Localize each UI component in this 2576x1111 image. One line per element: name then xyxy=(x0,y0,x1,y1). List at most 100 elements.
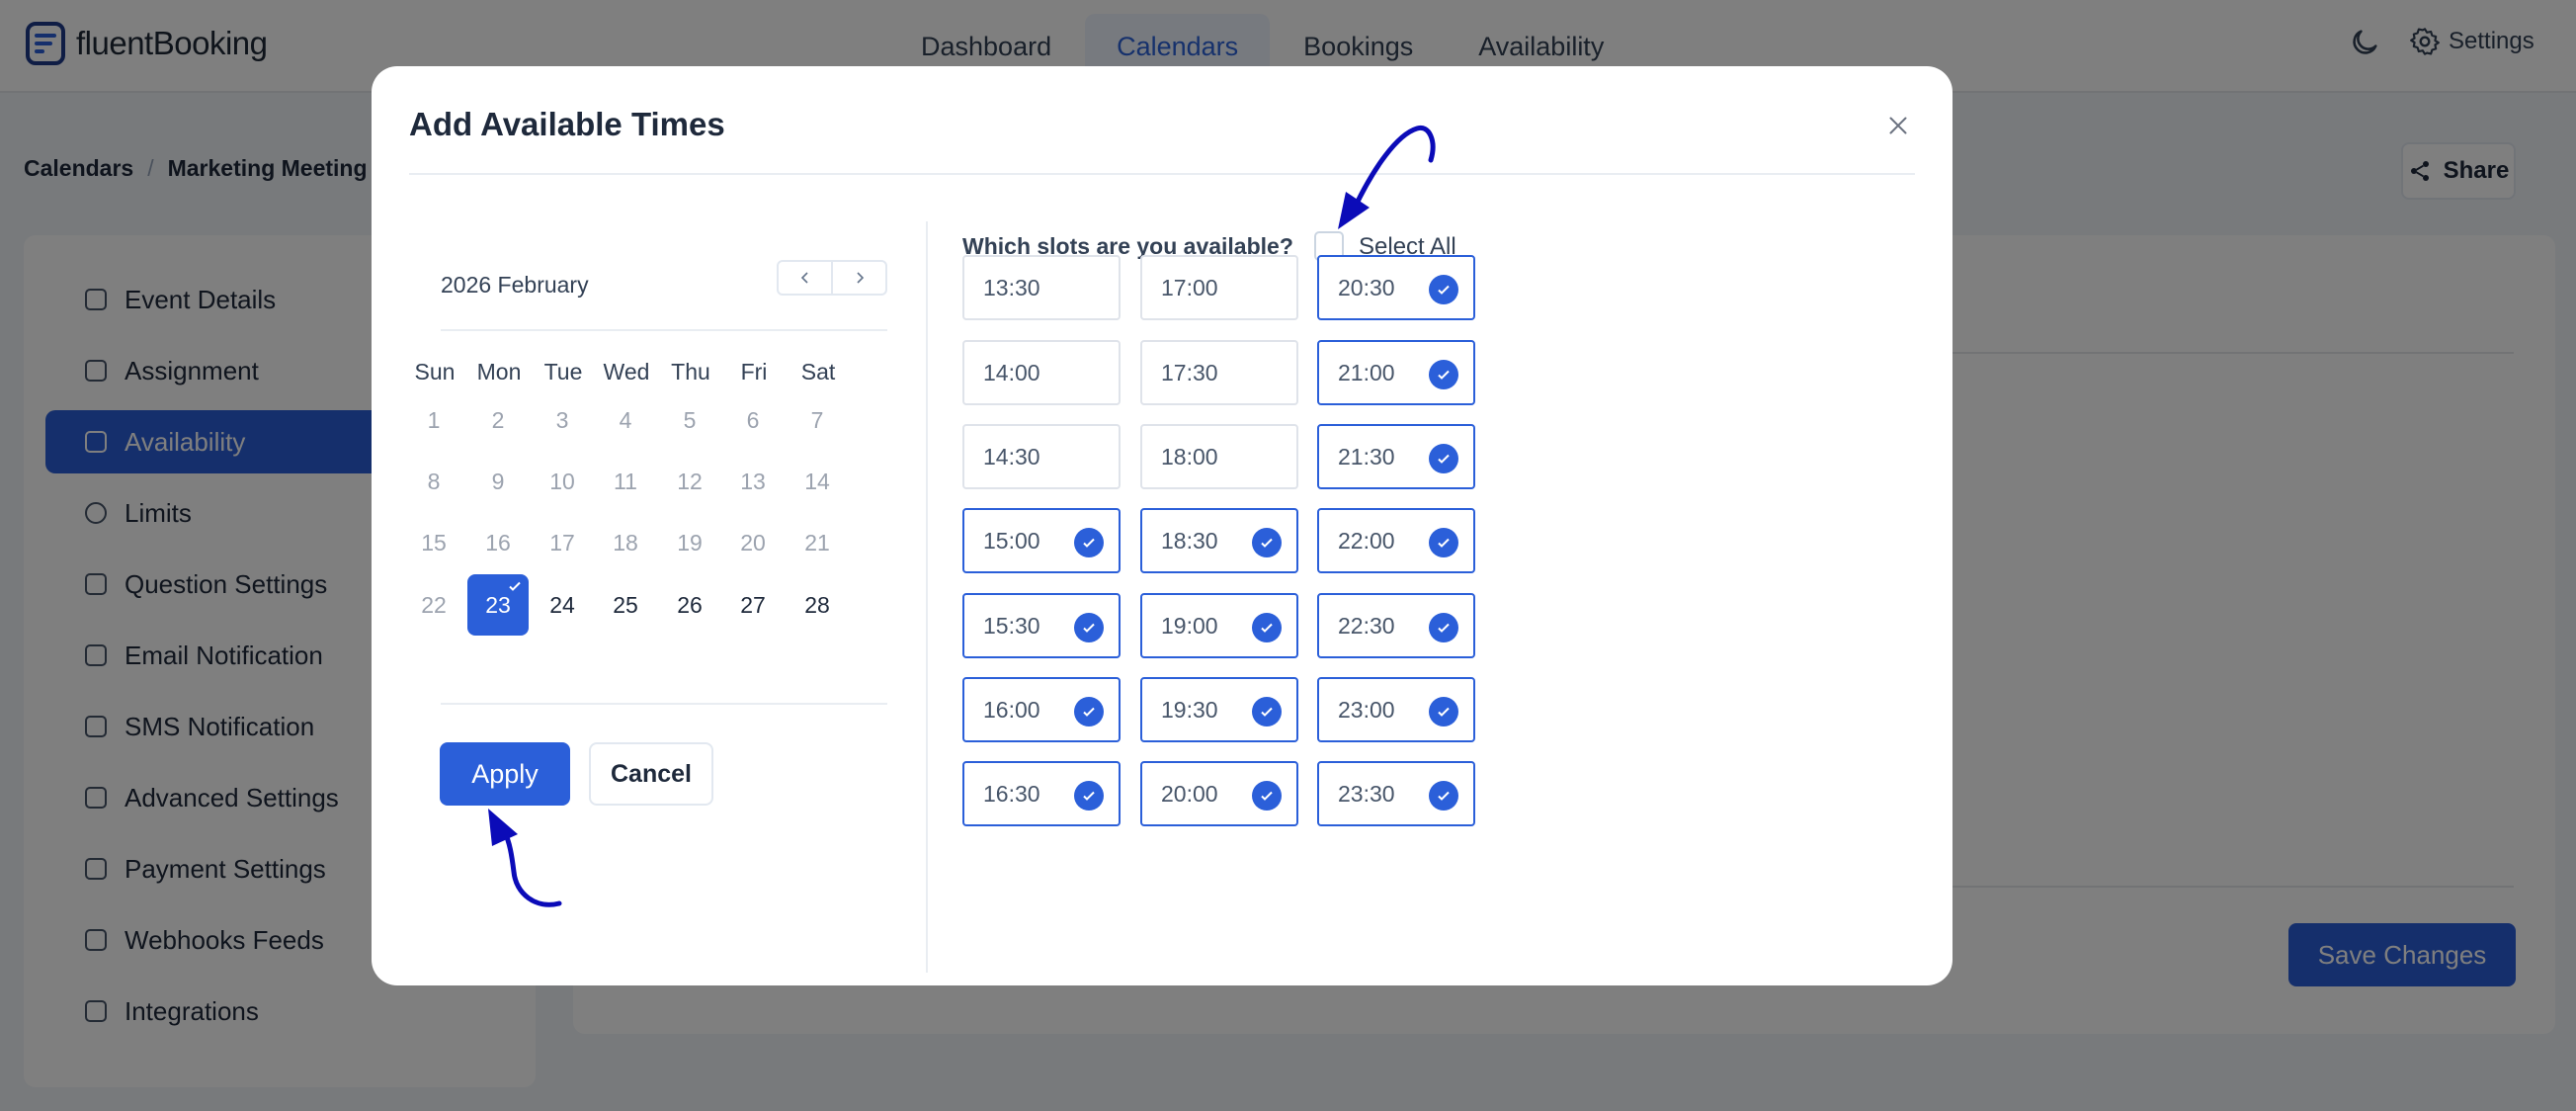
calendar-day: 8 xyxy=(403,451,464,512)
time-slot[interactable]: 21:30 xyxy=(1317,424,1475,489)
time-slot[interactable]: 18:30 xyxy=(1140,508,1298,573)
time-slot-label: 17:00 xyxy=(1161,274,1218,300)
annotation-arrow-icon xyxy=(1338,125,1436,229)
calendar-day-number: 2 xyxy=(491,406,505,433)
time-slot[interactable]: 15:00 xyxy=(962,508,1121,573)
calendar-day-number: 7 xyxy=(810,406,824,433)
divider xyxy=(926,221,928,973)
calendar-day-number: 27 xyxy=(740,591,766,618)
check-icon xyxy=(1083,707,1095,717)
check-icon xyxy=(1438,707,1450,717)
add-available-times-modal: Add Available Times 2026 February Sun Mon… xyxy=(372,66,1953,985)
calendar-day: 17 xyxy=(532,512,593,573)
cancel-button[interactable]: Cancel xyxy=(589,742,713,806)
weekday-header: Sun xyxy=(414,359,456,385)
calendar-day-number: 1 xyxy=(427,406,441,433)
time-slot-label: 19:30 xyxy=(1161,696,1218,723)
calendar-day[interactable]: 24 xyxy=(532,574,593,636)
time-slot-label: 15:00 xyxy=(983,527,1040,554)
calendar-day: 10 xyxy=(532,451,593,512)
time-slot[interactable]: 19:30 xyxy=(1140,677,1298,742)
weekday-header: Mon xyxy=(476,359,522,385)
weekday-header: Sat xyxy=(800,359,836,385)
prev-month-button[interactable] xyxy=(779,262,833,294)
time-slot-label: 23:00 xyxy=(1338,696,1395,723)
calendar-day[interactable]: 23 xyxy=(467,574,529,636)
check-circle-icon xyxy=(1429,444,1458,473)
calendar-day: 9 xyxy=(467,451,529,512)
calendar-day[interactable]: 28 xyxy=(787,574,848,636)
close-icon[interactable] xyxy=(1883,111,1913,140)
check-circle-icon xyxy=(1252,781,1282,811)
time-slot-label: 21:00 xyxy=(1338,359,1395,385)
chevron-right-icon xyxy=(856,272,864,284)
calendar-day: 3 xyxy=(532,389,593,451)
calendar-day-number: 3 xyxy=(555,406,569,433)
check-circle-icon xyxy=(1429,360,1458,389)
check-icon xyxy=(1261,623,1273,633)
calendar-day-number: 9 xyxy=(491,468,505,494)
calendar-day[interactable]: 26 xyxy=(659,574,720,636)
time-slot-label: 20:30 xyxy=(1338,274,1395,300)
time-slot[interactable]: 21:00 xyxy=(1317,340,1475,405)
calendar-day-number: 21 xyxy=(804,529,830,556)
check-circle-icon xyxy=(1429,613,1458,642)
time-slot-label: 21:30 xyxy=(1338,443,1395,470)
check-icon xyxy=(1083,538,1095,548)
calendar-day-number: 15 xyxy=(421,529,447,556)
calendar-day-number: 22 xyxy=(421,591,447,618)
calendar-day-number: 12 xyxy=(677,468,703,494)
calendar-month-label: 2026 February xyxy=(441,272,589,298)
time-slot[interactable]: 18:00 xyxy=(1140,424,1298,489)
time-slot[interactable]: 13:30 xyxy=(962,255,1121,320)
time-slot[interactable]: 19:00 xyxy=(1140,593,1298,658)
calendar-day-number: 8 xyxy=(427,468,441,494)
check-circle-icon xyxy=(1252,528,1282,557)
check-circle-icon xyxy=(1074,697,1104,726)
calendar-day-number: 11 xyxy=(614,468,637,494)
check-circle-icon xyxy=(1429,275,1458,304)
calendar-day-number: 13 xyxy=(740,468,766,494)
calendar-day: 4 xyxy=(595,389,656,451)
time-slot[interactable]: 15:30 xyxy=(962,593,1121,658)
calendar-day[interactable]: 27 xyxy=(722,574,784,636)
weekday-header: Thu xyxy=(671,359,710,385)
check-circle-icon xyxy=(1252,697,1282,726)
time-slot[interactable]: 20:00 xyxy=(1140,761,1298,826)
time-slot-label: 14:00 xyxy=(983,359,1040,385)
check-icon xyxy=(1438,370,1450,380)
check-circle-icon xyxy=(1429,528,1458,557)
time-slot[interactable]: 23:30 xyxy=(1317,761,1475,826)
divider xyxy=(409,173,1915,175)
calendar-day-number: 24 xyxy=(549,591,575,618)
time-slot[interactable]: 17:30 xyxy=(1140,340,1298,405)
time-slot-label: 14:30 xyxy=(983,443,1040,470)
check-icon xyxy=(1261,538,1273,548)
calendar-day-number: 5 xyxy=(683,406,697,433)
time-slot[interactable]: 22:30 xyxy=(1317,593,1475,658)
time-slot[interactable]: 14:00 xyxy=(962,340,1121,405)
time-slot[interactable]: 17:00 xyxy=(1140,255,1298,320)
calendar-day: 18 xyxy=(595,512,656,573)
calendar-day: 11 xyxy=(595,451,656,512)
calendar-day: 15 xyxy=(403,512,464,573)
apply-button[interactable]: Apply xyxy=(440,742,570,806)
next-month-button[interactable] xyxy=(833,262,885,294)
calendar-day-number: 20 xyxy=(740,529,766,556)
calendar-day: 20 xyxy=(722,512,784,573)
check-icon xyxy=(1261,707,1273,717)
time-slot[interactable]: 16:00 xyxy=(962,677,1121,742)
time-slot[interactable]: 16:30 xyxy=(962,761,1121,826)
time-slot[interactable]: 22:00 xyxy=(1317,508,1475,573)
check-icon xyxy=(1438,623,1450,633)
time-slot-label: 19:00 xyxy=(1161,612,1218,639)
check-icon xyxy=(509,581,521,591)
time-slot-label: 18:00 xyxy=(1161,443,1218,470)
time-slot[interactable]: 14:30 xyxy=(962,424,1121,489)
calendar-day[interactable]: 25 xyxy=(595,574,656,636)
calendar-day-number: 26 xyxy=(677,591,703,618)
time-slot[interactable]: 20:30 xyxy=(1317,255,1475,320)
calendar-day-number: 18 xyxy=(613,529,638,556)
calendar-day: 16 xyxy=(467,512,529,573)
time-slot[interactable]: 23:00 xyxy=(1317,677,1475,742)
